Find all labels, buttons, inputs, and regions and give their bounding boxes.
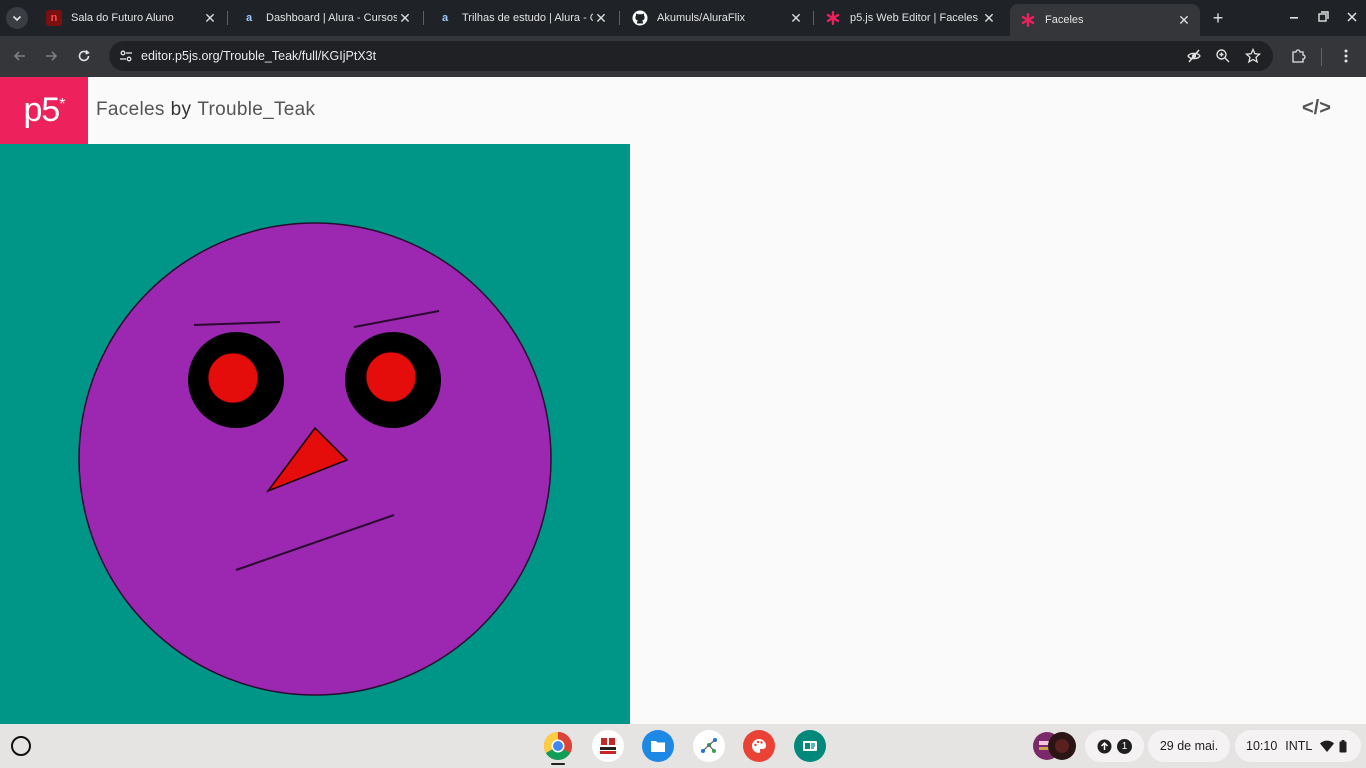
tab-title: Sala do Futuro Aluno — [71, 12, 174, 24]
p5-header: p5 * Faceles by Trouble_Teak </> — [0, 77, 1366, 144]
close-icon — [1347, 12, 1357, 22]
bookmark-star-icon[interactable] — [1245, 48, 1261, 64]
browser-toolbar: editor.p5js.org/Trouble_Teak/full/KGIjPt… — [0, 36, 1366, 77]
wifi-icon — [1320, 740, 1335, 752]
close-icon[interactable]: ✕ — [981, 10, 997, 26]
minimize-button[interactable] — [1284, 8, 1304, 28]
by-label: by — [170, 99, 192, 120]
page-content: p5 * Faceles by Trouble_Teak </> — [0, 77, 1366, 724]
p5-asterisk-icon — [825, 10, 841, 26]
tab-alura-trilhas[interactable]: a Trilhas de estudo | Alura - C ✕ — [427, 4, 617, 32]
chevron-down-icon — [12, 15, 22, 22]
chrome-app[interactable] — [542, 730, 574, 762]
tab-divider — [227, 11, 228, 25]
tab-title: Trilhas de estudo | Alura - C — [462, 12, 593, 24]
tab-title: Akumuls/AluraFlix — [657, 12, 746, 24]
close-icon[interactable]: ✕ — [397, 10, 413, 26]
forward-button[interactable] — [40, 45, 62, 67]
tab-alura-dashboard[interactable]: a Dashboard | Alura - Cursos ✕ — [231, 4, 421, 32]
sala-futuro-icon: n — [46, 10, 62, 26]
clock-time: 10:10 — [1246, 739, 1278, 753]
tab-title: Faceles — [1045, 14, 1084, 26]
tab-divider — [619, 11, 620, 25]
palette-icon — [752, 739, 766, 753]
canvas-graph-icon — [701, 738, 717, 753]
toolbar-divider — [1321, 48, 1322, 66]
sketch-drawing — [0, 144, 630, 724]
close-icon[interactable]: ✕ — [202, 10, 218, 26]
code-icon: </> — [1302, 97, 1331, 119]
tab-divider — [423, 11, 424, 25]
tab-search-button[interactable] — [6, 7, 28, 29]
folder-icon — [651, 741, 665, 752]
alura-icon: a — [245, 12, 253, 24]
chrome-icon — [544, 732, 572, 760]
tab-divider — [813, 11, 814, 25]
tab-title: p5.js Web Editor | Faceles — [850, 12, 978, 24]
right-eye-pupil — [365, 351, 417, 403]
paint-app[interactable] — [743, 730, 775, 762]
notification-count-badge: 1 — [1117, 738, 1132, 754]
alura-icon: a — [441, 12, 449, 24]
sketch-author-link[interactable]: Trouble_Teak — [197, 99, 315, 120]
tab-title: Dashboard | Alura - Cursos — [266, 12, 397, 24]
close-window-button[interactable] — [1342, 8, 1362, 28]
browser-menu-button[interactable] — [1336, 46, 1356, 66]
zoom-icon[interactable] — [1215, 48, 1231, 64]
date-tray-button[interactable]: 29 de mai. — [1148, 730, 1230, 762]
files-app[interactable] — [642, 730, 674, 762]
close-icon[interactable]: ✕ — [593, 10, 609, 26]
date-label: 29 de mai. — [1159, 739, 1219, 753]
restore-button[interactable] — [1313, 8, 1333, 28]
holding-space-button[interactable] — [1031, 730, 1077, 762]
extensions-button[interactable] — [1288, 46, 1308, 66]
launcher-button[interactable] — [11, 736, 31, 756]
os-shelf: 1 29 de mai. 10:10 INTL — [0, 724, 1366, 768]
p5-asterisk-icon — [1020, 12, 1036, 28]
restore-icon — [1317, 11, 1329, 22]
sala-futuro-icon — [600, 738, 616, 754]
p5-logo[interactable]: p5 * — [0, 77, 88, 144]
tab-p5-editor[interactable]: p5.js Web Editor | Faceles ✕ — [815, 4, 1005, 32]
view-code-button[interactable]: </> — [1302, 97, 1334, 121]
sketch-title: Faceles by Trouble_Teak — [96, 99, 315, 121]
upload-icon — [1097, 739, 1112, 753]
battery-icon — [1339, 739, 1347, 752]
puzzle-icon — [1292, 49, 1306, 63]
running-indicator — [551, 763, 565, 765]
close-icon[interactable]: ✕ — [788, 10, 804, 26]
new-tab-button[interactable]: + — [1208, 8, 1228, 28]
tab-faceles[interactable]: Faceles ✕ — [1010, 4, 1200, 36]
recent-files-icon — [1033, 732, 1076, 760]
back-button[interactable] — [9, 45, 31, 67]
reload-icon — [78, 49, 90, 62]
browser-tab-strip: n Sala do Futuro Aluno ✕ a Dashboard | A… — [0, 0, 1366, 36]
address-bar[interactable]: editor.p5js.org/Trouble_Teak/full/KGIjPt… — [109, 41, 1273, 71]
eye-off-icon[interactable] — [1186, 48, 1202, 64]
tab-sala-futuro[interactable]: n Sala do Futuro Aluno ✕ — [36, 4, 226, 32]
sala-futuro-app[interactable] — [592, 730, 624, 762]
reload-button[interactable] — [73, 45, 95, 67]
minimize-icon — [1290, 17, 1298, 19]
left-eye-pupil — [207, 352, 259, 404]
arrow-left-icon — [13, 51, 25, 61]
sketch-canvas[interactable] — [0, 144, 630, 724]
site-info-icon[interactable] — [118, 48, 134, 64]
classroom-app[interactable] — [794, 730, 826, 762]
p5-logo-text: p5 — [23, 91, 60, 129]
github-icon — [632, 10, 648, 26]
tab-github-aluraflix[interactable]: Akumuls/AluraFlix ✕ — [622, 4, 812, 32]
classroom-icon — [803, 741, 817, 751]
arrow-right-icon — [46, 51, 58, 61]
canvas-app[interactable] — [693, 730, 725, 762]
sketch-name: Faceles — [96, 99, 165, 120]
system-tray-button[interactable]: 10:10 INTL — [1235, 730, 1361, 762]
kebab-menu-icon — [1344, 49, 1348, 63]
url-text: editor.p5js.org/Trouble_Teak/full/KGIjPt… — [141, 49, 377, 63]
close-icon[interactable]: ✕ — [1176, 12, 1192, 28]
notification-center-button[interactable]: 1 — [1085, 730, 1144, 762]
p5-logo-mark: * — [59, 95, 65, 113]
input-method-label: INTL — [1285, 739, 1313, 753]
